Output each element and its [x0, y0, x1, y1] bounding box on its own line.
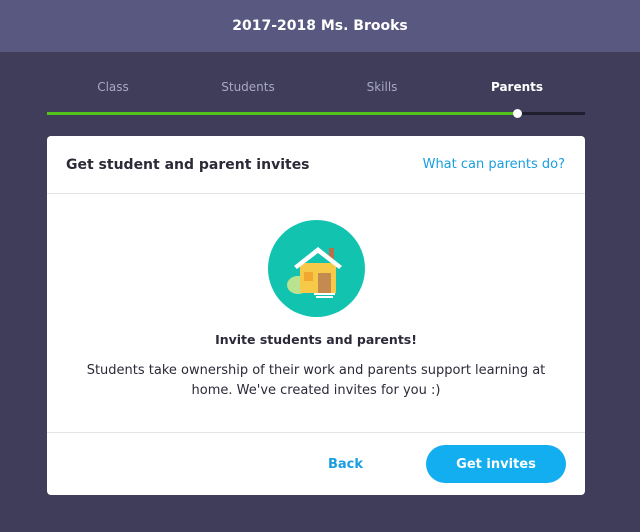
step-tabs: Class Students Skills Parents — [47, 80, 585, 100]
step-class[interactable]: Class — [97, 80, 129, 94]
step-parents[interactable]: Parents — [491, 80, 543, 94]
class-title: 2017-2018 Ms. Brooks — [232, 18, 408, 34]
card-header: Get student and parent invites What can … — [47, 136, 585, 194]
what-can-parents-do-link[interactable]: What can parents do? — [423, 157, 565, 172]
progress-bar — [47, 109, 585, 118]
card-title: Get student and parent invites — [66, 156, 310, 173]
back-button[interactable]: Back — [328, 457, 363, 472]
house-illustration — [287, 246, 342, 298]
step-skills[interactable]: Skills — [367, 80, 398, 94]
top-bar: 2017-2018 Ms. Brooks — [0, 0, 640, 52]
progress-fill — [47, 112, 518, 115]
card-footer: Back Get invites — [47, 433, 585, 495]
house-icon — [267, 220, 365, 317]
progress-knob — [513, 109, 523, 118]
card-body: Invite students and parents! Students ta… — [47, 194, 585, 433]
invite-card: Get student and parent invites What can … — [47, 136, 585, 495]
step-students[interactable]: Students — [221, 80, 275, 94]
body-heading: Invite students and parents! — [215, 332, 417, 347]
get-invites-button[interactable]: Get invites — [426, 445, 566, 483]
body-description: Students take ownership of their work an… — [86, 363, 546, 398]
